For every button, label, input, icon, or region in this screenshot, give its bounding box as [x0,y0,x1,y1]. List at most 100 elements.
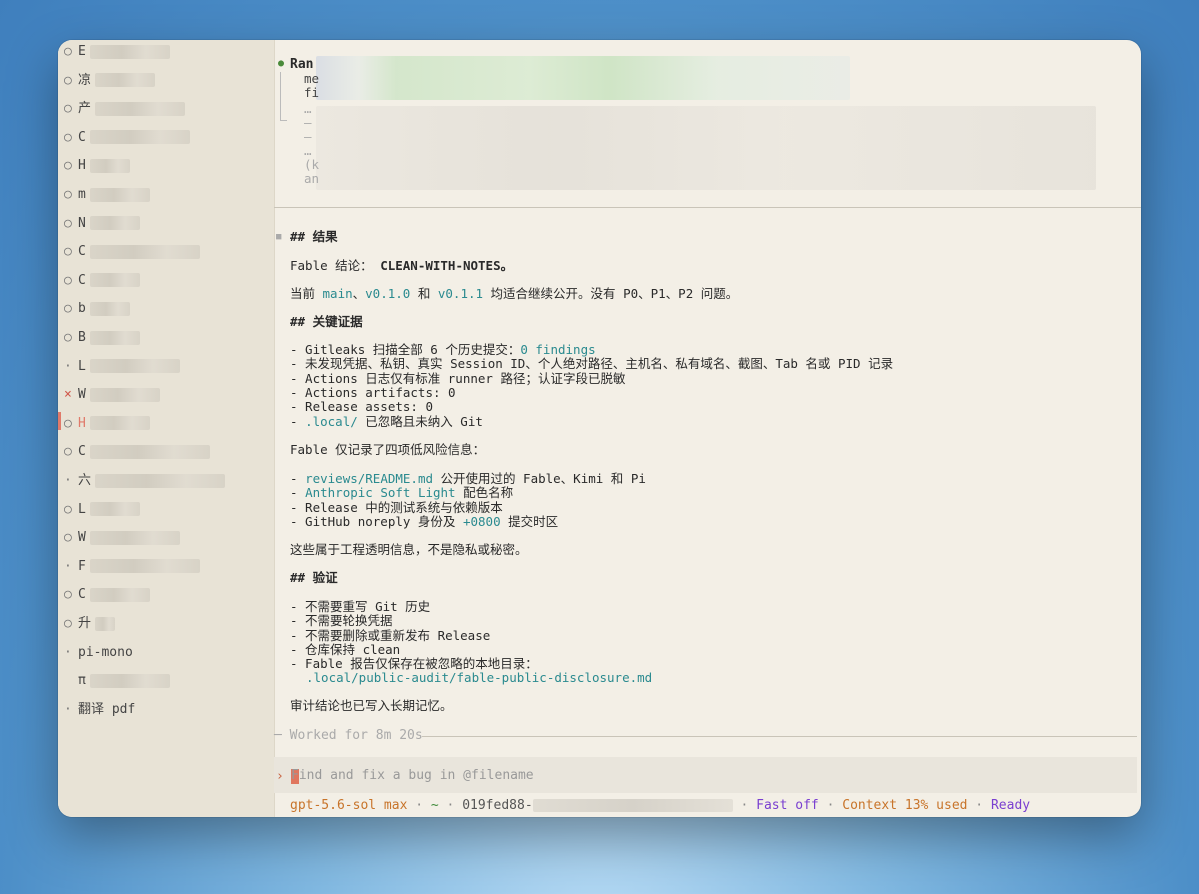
sidebar-item[interactable]: ○ L [64,500,264,520]
session-status-icon: ○ [64,187,72,202]
context-usage: Context 13% used [842,798,968,813]
session-status-icon: ○ [64,587,72,603]
redacted-title [89,301,130,316]
session-status-icon: · [64,558,72,574]
redacted-title [89,244,200,259]
tool-line: … [304,143,312,158]
sidebar-item-label: m [78,187,86,202]
sidebar-item[interactable]: ○ 凉 [64,71,264,91]
sidebar-item[interactable]: · F [64,557,264,577]
redacted-output [316,106,1096,190]
sidebar-item[interactable]: ○ 升 [64,614,264,634]
tool-line: me [304,71,320,86]
sidebar-item-label: W [78,530,86,546]
tool-line: – [304,129,312,144]
sidebar-item[interactable]: · 翻译 pdf [64,700,264,720]
list-item: - 未发现凭据、私钥、真实 Session ID、个人绝对路径、主机名、私有域名… [290,356,894,372]
sidebar-item[interactable]: ○ m [64,185,264,205]
status-bar: gpt-5.6-sol max · ~ · 019fed88- · Fast o… [290,798,1031,813]
list-item: - Actions artifacts: 0 [290,384,456,400]
redacted-title [95,73,156,88]
sidebar-item[interactable]: ○ b [64,299,264,319]
sidebar-item[interactable]: ○ B [64,328,264,348]
sidebar-item-label: H [78,415,86,431]
session-status-icon: ○ [64,530,72,546]
sidebar-item[interactable]: ○ C [64,242,264,262]
redacted-title [89,158,130,173]
redacted-title [89,187,150,202]
heading-result: ## 结果 [290,229,338,244]
sidebar-item[interactable]: ○ C [64,271,264,291]
sidebar-item[interactable]: · L [64,357,264,377]
tool-call-title: Ran [290,57,314,72]
sidebar-item[interactable]: × W [64,385,264,405]
sidebar-item[interactable]: · pi-mono [64,643,264,663]
redacted-title [89,387,160,402]
fast-mode: Fast off [756,798,819,813]
sidebar-item[interactable]: ○ N [64,214,264,234]
list-item: - Release 中的测试系统与依赖版本 [290,499,503,515]
session-status-icon: · [64,358,72,374]
redacted-title [89,330,140,345]
session-status-icon: × [64,387,72,403]
redacted-title [95,616,116,631]
session-status-icon: ○ [64,330,72,345]
redacted-title [95,473,226,488]
tool-output-tree-line [280,72,287,121]
sidebar-item-label: 六 [78,473,92,488]
redacted-title [89,444,210,459]
redacted-title [89,502,140,517]
prompt-input-bar[interactable]: › Find and fix a bug in @filename [274,757,1137,793]
sidebar-item[interactable]: ○ C [64,128,264,148]
sidebar-item-label: H [78,158,86,174]
list-item: - Actions 日志仅有标准 runner 路径；认证字段已脱敏 [290,370,626,386]
redacted-command [316,56,850,100]
session-status-icon: ○ [64,272,72,288]
cwd: ~ [430,798,439,813]
low-risk-note: 这些属于工程透明信息，不是隐私或秘密。 [290,542,528,557]
sidebar-item-label: b [78,301,86,317]
message-dot: ■ [276,232,282,242]
sidebar-item[interactable]: ○ C [64,585,264,605]
redacted-title [89,359,180,374]
memory-note: 审计结论也已写入长期记忆。 [290,698,453,713]
redacted-title [89,559,200,574]
session-status-icon: ○ [64,101,72,117]
sidebar-item-label: C [78,272,86,288]
session-id: 019fed88- [462,798,533,813]
session-status-icon: ○ [64,616,72,631]
verdict-line: Fable 结论： CLEAN-WITH-NOTES。 [290,258,514,273]
tool-line: … [304,101,312,116]
redacted-title [89,130,190,145]
redacted-title [89,273,140,288]
redacted-title [89,44,170,59]
sidebar-item[interactable]: ○ H [64,414,264,434]
tool-status-dot: ● [278,58,285,69]
list-item: - Anthropic Soft Light 配色名称 [290,485,514,501]
model-name: gpt-5.6-sol max [290,798,408,813]
session-status-icon: ○ [64,444,72,460]
session-status-icon: ○ [64,129,72,145]
redacted-title [89,587,150,602]
list-item: - 不需要重写 Git 历史 [290,599,431,614]
report-path-link[interactable]: .local/public-audit/fable-public-disclos… [306,671,652,685]
main-panel: ● Ran me fi … – – … (k an ■ ## 结果 Fable … [274,40,1141,817]
sidebar-item[interactable]: ○ C [64,442,264,462]
sidebar-item[interactable]: π [64,671,264,691]
sidebar-item[interactable]: · 六 [64,471,264,491]
list-item: - GitHub noreply 身份及 +0800 提交时区 [290,513,559,529]
sidebar-item[interactable]: ○ W [64,528,264,548]
prompt-input[interactable]: Find and fix a bug in @filename [291,768,534,783]
redacted-title [89,416,150,431]
ready-state: Ready [990,798,1031,813]
sidebar-item[interactable]: ○ H [64,156,264,176]
session-status-icon: ○ [64,44,72,59]
tool-line: fi [304,85,320,100]
sidebar-item[interactable]: ○ E [64,42,264,62]
divider [274,207,1141,208]
sidebar-item[interactable]: ○ 产 [64,99,264,119]
sidebar: ○ E ○ 凉 ○ 产 ○ C ○ H ○ m ○ N ○ C ○ C ○ b ○ B · L × W ○ H ○ C · 六 ○ L ○ W · F ○ C… [58,40,275,817]
redacted-title [89,530,180,545]
list-item: - reviews/README.md 公开使用过的 Fable、Kimi 和 … [290,471,646,486]
terminal-window: ○ E ○ 凉 ○ 产 ○ C ○ H ○ m ○ N ○ C ○ C ○ b ○ B · L × W ○ H ○ C · 六 ○ L ○ W · F ○ C… [58,40,1141,817]
